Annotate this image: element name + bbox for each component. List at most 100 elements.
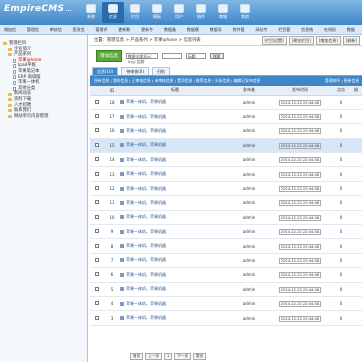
top-nav-item[interactable]: 系统 (80, 2, 102, 23)
table-row[interactable]: 11 苹果一体机，苹果机器 admin 2014-12-22 22:44:48 0 (90, 195, 362, 211)
sub-nav-link[interactable]: 更新专题 (137, 25, 160, 42)
title-link[interactable]: 苹果一体机，苹果机器 (126, 157, 166, 162)
title-cell[interactable]: 苹果一体机，苹果机器 (120, 224, 230, 240)
sub-nav-link[interactable]: 更新数据 (114, 25, 137, 42)
top-nav-item[interactable]: 商城 (212, 2, 234, 23)
title-link[interactable]: 苹果一体机，苹果机器 (126, 301, 166, 306)
time-input[interactable]: 2014-12-22 22:44:48 (278, 142, 322, 149)
table-row[interactable]: 5 苹果一体机，苹果机器 admin 2014-12-22 22:44:48 0 (90, 282, 362, 297)
manage-links[interactable]: 管理排序 | 更新信息 (325, 76, 359, 86)
time-input[interactable]: 2014-12-22 22:44:48 (278, 114, 322, 121)
table-row[interactable]: 12 苹果一体机，苹果机器 admin 2014-12-22 22:44:48 0 (90, 181, 362, 197)
sub-nav-link[interactable]: 栏目管理 (274, 25, 297, 42)
time-input[interactable]: 2014-12-22 22:44:48 (278, 128, 322, 135)
row-checkbox[interactable] (95, 99, 99, 104)
title-cell[interactable]: 苹果一体机，苹果机器 (120, 238, 230, 254)
title-cell[interactable]: 苹果一体机，苹果机器 (120, 195, 230, 211)
action-cell[interactable] (350, 123, 362, 139)
pager-link[interactable]: 首页 (130, 353, 144, 360)
sub-nav-link[interactable]: 在线投票 (320, 25, 343, 42)
top-nav-item[interactable]: 模板 (146, 2, 168, 23)
row-checkbox[interactable] (95, 200, 99, 205)
row-checkbox[interactable] (95, 128, 99, 133)
title-link[interactable]: 苹果一体机，苹果机器 (126, 142, 166, 147)
tree-node[interactable]: 网站单页内容管理 (3, 114, 87, 120)
pager-link[interactable]: 尾页 (193, 353, 207, 360)
action-cell[interactable] (350, 152, 362, 168)
time-input[interactable]: 2014-12-22 22:44:48 (278, 200, 322, 207)
title-link[interactable]: 苹果一体机，苹果机器 (126, 257, 166, 262)
action-cell[interactable] (350, 138, 362, 154)
title-link[interactable]: 苹果一体机，苹果机器 (126, 171, 166, 176)
time-input[interactable]: 2014-12-22 22:44:48 (278, 229, 322, 236)
title-link[interactable]: 苹果一体机，苹果机器 (126, 286, 166, 291)
title-link[interactable]: 苹果一体机，苹果机器 (126, 243, 166, 248)
title-link[interactable]: 苹果一体机，苹果机器 (126, 315, 166, 320)
crumb-button[interactable]: [刷新] (342, 36, 360, 45)
row-checkbox[interactable] (95, 272, 99, 277)
row-checkbox[interactable] (95, 186, 99, 191)
row-checkbox[interactable] (95, 214, 99, 219)
row-checkbox[interactable] (95, 142, 99, 147)
title-link[interactable]: 苹果一体机，苹果机器 (126, 99, 166, 104)
table-row[interactable]: 16 苹果一体机，苹果机器 admin 2014-12-22 22:44:48 0 (90, 123, 362, 139)
sub-nav-link[interactable]: 数据备份 (160, 25, 183, 42)
time-input[interactable]: 2014-12-22 22:44:48 (278, 272, 322, 279)
top-nav-item[interactable]: 其他 (234, 2, 256, 23)
action-cell[interactable] (350, 253, 362, 269)
sub-nav-link[interactable]: 数据库 (343, 25, 362, 42)
search-input[interactable] (162, 53, 182, 59)
action-cell[interactable] (350, 109, 362, 125)
table-row[interactable]: 8 苹果一体机，苹果机器 admin 2014-12-22 22:44:48 0 (90, 238, 362, 254)
title-cell[interactable]: 苹果一体机，苹果机器 (120, 138, 230, 154)
title-link[interactable]: 苹果一体机，苹果机器 (126, 200, 166, 205)
title-cell[interactable]: 苹果一体机，苹果机器 (120, 123, 230, 139)
action-cell[interactable] (350, 95, 362, 110)
title-link[interactable]: 苹果一体机，苹果机器 (126, 272, 166, 277)
top-nav-item[interactable]: 信息 (102, 2, 124, 23)
table-row[interactable]: 9 苹果一体机，苹果机器 admin 2014-12-22 22:44:48 0 (90, 224, 362, 240)
table-row[interactable]: 3 苹果一体机，苹果机器 admin 2014-12-22 22:44:48 0 (90, 310, 362, 326)
row-checkbox[interactable] (95, 257, 99, 262)
table-row[interactable]: 6 苹果一体机，苹果机器 admin 2014-12-22 22:44:48 0 (90, 267, 362, 283)
action-cell[interactable] (350, 224, 362, 240)
action-cell[interactable] (350, 166, 362, 182)
tab-0[interactable]: 信息(16) (92, 67, 119, 75)
crumb-button[interactable]: [栏目设置] (261, 36, 287, 45)
table-row[interactable]: 15 苹果一体机，苹果机器 admin 2014-12-22 22:44:48 0 (90, 138, 362, 154)
time-input[interactable]: 2014-12-22 22:44:48 (278, 257, 322, 264)
time-input[interactable]: 2014-12-22 22:44:48 (278, 186, 322, 193)
sub-nav-link[interactable]: 数据模型 (183, 25, 206, 42)
title-cell[interactable]: 苹果一体机，苹果机器 (120, 267, 230, 283)
table-row[interactable]: 7 苹果一体机，苹果机器 admin 2014-12-22 22:44:48 0 (90, 253, 362, 269)
title-cell[interactable]: 苹果一体机，苹果机器 (120, 109, 230, 125)
time-input[interactable]: 2014-12-22 22:44:48 (278, 301, 322, 308)
row-checkbox[interactable] (95, 229, 99, 234)
row-checkbox[interactable] (95, 315, 99, 320)
time-input[interactable]: 2014-12-22 22:44:48 (278, 99, 322, 106)
filter-select[interactable]: 数据全部显示：X元/ 比较 (126, 53, 158, 64)
sub-nav-link[interactable]: 网站专题 (251, 25, 274, 42)
action-cell[interactable] (350, 210, 362, 226)
action-cell[interactable] (350, 238, 362, 254)
table-row[interactable]: 14 苹果一体机，苹果机器 admin 2014-12-22 22:44:48 0 (90, 152, 362, 168)
action-cell[interactable] (350, 296, 362, 312)
time-input[interactable]: 2014-12-22 22:44:48 (278, 157, 322, 164)
sub-nav-link[interactable]: 管理信息 (23, 25, 46, 42)
tab-1[interactable]: 待审核(0) (121, 67, 149, 75)
filter-links[interactable]: 所有信息 | 我的信息 | 已审核信息 | 未审核信息 | 置顶信息 | 推荐信… (94, 78, 260, 83)
action-cell[interactable] (350, 310, 362, 326)
title-link[interactable]: 苹果一体机，苹果机器 (126, 229, 166, 234)
search-field-select[interactable]: 标题 (186, 53, 206, 59)
sub-nav-link[interactable]: 管理评论 (91, 25, 114, 42)
tab-2[interactable]: 归档 (151, 67, 170, 75)
title-cell[interactable]: 苹果一体机，苹果机器 (120, 310, 230, 326)
title-cell[interactable]: 苹果一体机，苹果机器 (120, 152, 230, 168)
title-cell[interactable]: 苹果一体机，苹果机器 (120, 253, 230, 269)
title-link[interactable]: 苹果一体机，苹果机器 (126, 114, 166, 119)
crumb-button[interactable]: [增加信息] (315, 36, 341, 45)
row-checkbox[interactable] (95, 243, 99, 248)
table-row[interactable]: 17 苹果一体机，苹果机器 admin 2014-12-22 22:44:48 0 (90, 109, 362, 125)
title-link[interactable]: 苹果一体机，苹果机器 (126, 128, 166, 133)
title-cell[interactable]: 苹果一体机，苹果机器 (120, 210, 230, 226)
